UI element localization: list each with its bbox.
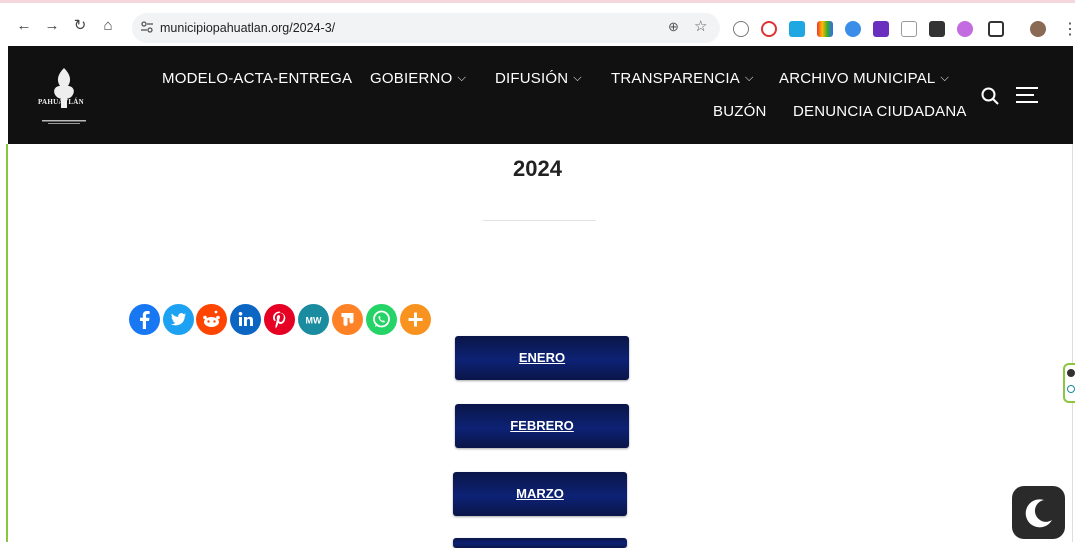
- chevron-down-icon: ⌵: [457, 72, 466, 84]
- menu-label: ARCHIVO MUNICIPAL: [779, 70, 936, 87]
- twitter-icon: [163, 304, 194, 335]
- logo-text: PAHUATLÁN: [38, 98, 84, 106]
- linkedin-icon: [230, 304, 261, 335]
- mix-share-button[interactable]: [332, 304, 363, 335]
- browser-toolbar: ← → ↻ ⌂ municipiopahuatlan.org/2024-3/ ⊕…: [0, 0, 1075, 46]
- menu-item-denuncia-ciudadana[interactable]: DENUNCIA CIUDADANA: [793, 103, 967, 120]
- facebook-icon: [129, 304, 160, 335]
- extension-7-icon[interactable]: [901, 21, 917, 37]
- menu-label: GOBIERNO: [370, 70, 453, 87]
- accessibility-widget[interactable]: [1063, 363, 1075, 403]
- whatsapp-icon: [366, 304, 397, 335]
- menu-item-gobierno[interactable]: GOBIERNO ⌵: [370, 70, 466, 87]
- mewe-share-button[interactable]: MW: [298, 304, 329, 335]
- pinterest-share-button[interactable]: [264, 304, 295, 335]
- dark-mode-toggle[interactable]: [1012, 486, 1065, 539]
- facebook-share-button[interactable]: [129, 304, 160, 335]
- page-border-right: [1072, 144, 1073, 542]
- url-text[interactable]: municipiopahuatlan.org/2024-3/: [160, 21, 335, 35]
- moon-icon: [1025, 499, 1052, 528]
- close-icon[interactable]: [1067, 369, 1075, 377]
- more-share-button[interactable]: [400, 304, 431, 335]
- mix-icon: [332, 304, 363, 335]
- extension-9-icon[interactable]: [957, 21, 973, 37]
- puzzle-icon[interactable]: [988, 21, 1004, 37]
- month-button-febrero[interactable]: FEBRERO: [455, 404, 629, 448]
- extension-6-icon[interactable]: [873, 21, 889, 37]
- linkedin-share-button[interactable]: [230, 304, 261, 335]
- bookmark-star-icon[interactable]: ☆: [694, 17, 707, 35]
- search-icon[interactable]: [980, 86, 1000, 106]
- pinterest-icon: [264, 304, 295, 335]
- menu-label: BUZÓN: [713, 103, 767, 120]
- extension-2-icon[interactable]: [761, 21, 777, 37]
- menu-item-difusion[interactable]: DIFUSIÓN ⌵: [495, 70, 582, 87]
- zoom-icon[interactable]: ⊕: [668, 19, 679, 35]
- month-button-enero[interactable]: ENERO: [455, 336, 629, 380]
- plus-icon: [400, 304, 431, 335]
- reload-icon[interactable]: ↻: [71, 17, 89, 35]
- whatsapp-share-button[interactable]: [366, 304, 397, 335]
- forward-arrow-icon[interactable]: →: [43, 17, 61, 35]
- menu-label: MODELO-ACTA-ENTREGA: [162, 70, 353, 87]
- svg-text:MW: MW: [306, 316, 322, 326]
- address-bar[interactable]: municipiopahuatlan.org/2024-3/ ⊕ ☆: [132, 13, 720, 43]
- chevron-down-icon: ⌵: [573, 72, 582, 84]
- menu-item-transparencia[interactable]: TRANSPARENCIA ⌵: [611, 70, 754, 87]
- extension-5-icon[interactable]: [845, 21, 861, 37]
- extension-1-icon[interactable]: [733, 21, 749, 37]
- page-title: 2024: [513, 156, 562, 181]
- reddit-icon: [196, 304, 227, 335]
- extension-3-icon[interactable]: [789, 21, 805, 37]
- month-button-marzo[interactable]: MARZO: [453, 472, 627, 516]
- extension-4-icon[interactable]: [817, 21, 833, 37]
- menu-label: TRANSPARENCIA: [611, 70, 741, 87]
- mewe-icon: MW: [298, 304, 329, 335]
- twitter-share-button[interactable]: [163, 304, 194, 335]
- logo[interactable]: [36, 64, 92, 126]
- month-button-partial[interactable]: [453, 538, 627, 548]
- chevron-down-icon: ⌵: [940, 72, 950, 84]
- chevron-down-icon: ⌵: [745, 72, 754, 84]
- site-header: PAHUATLÁN MODELO-ACTA-ENTREGA GOBIERNO ⌵ …: [8, 46, 1073, 144]
- back-arrow-icon[interactable]: ←: [15, 17, 33, 35]
- profile-avatar-icon[interactable]: [1030, 21, 1046, 37]
- extension-8-icon[interactable]: [929, 21, 945, 37]
- page-border-left: [6, 144, 8, 542]
- menu-kebab-icon[interactable]: ⋮: [1062, 19, 1075, 39]
- title-divider: [483, 220, 596, 221]
- reddit-share-button[interactable]: [196, 304, 227, 335]
- site-info-icon[interactable]: [140, 20, 154, 34]
- menu-label: DIFUSIÓN: [495, 70, 569, 87]
- widget-icon[interactable]: [1067, 385, 1075, 393]
- home-icon[interactable]: ⌂: [99, 17, 117, 35]
- menu-item-modelo-acta-entrega[interactable]: MODELO-ACTA-ENTREGA: [162, 70, 352, 87]
- menu-label: DENUNCIA CIUDADANA: [793, 103, 967, 120]
- menu-item-archivo-municipal[interactable]: ARCHIVO MUNICIPAL ⌵: [779, 70, 949, 87]
- hamburger-menu-icon[interactable]: [1016, 87, 1038, 103]
- menu-item-buzon[interactable]: BUZÓN: [713, 103, 767, 120]
